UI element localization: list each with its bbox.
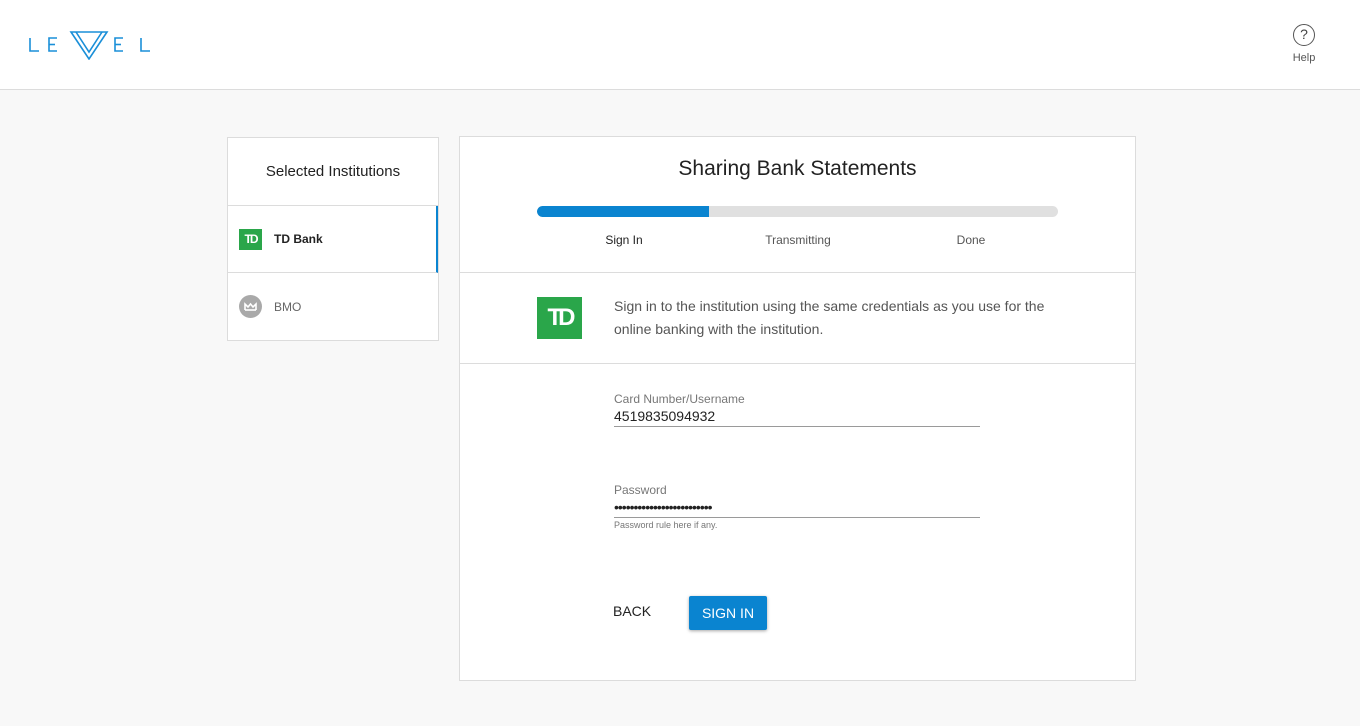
sign-in-card: Sharing Bank Statements Sign In Transmit… [459, 136, 1136, 681]
sidebar-title: Selected Institutions [228, 138, 438, 206]
divider [460, 272, 1135, 273]
bmo-logo-icon [239, 295, 262, 318]
password-input[interactable] [614, 497, 980, 518]
institution-item-td-bank[interactable]: TD TD Bank [228, 206, 438, 273]
divider [460, 363, 1135, 364]
password-label: Password [614, 483, 667, 497]
selected-institutions-panel: Selected Institutions TD TD Bank BMO [227, 137, 439, 341]
password-hint: Password rule here if any. [614, 520, 718, 530]
instructions-text: Sign in to the institution using the sam… [614, 298, 1045, 337]
sign-in-button[interactable]: SIGN IN [689, 596, 767, 630]
help-label: Help [1292, 52, 1316, 64]
td-bank-logo-icon: TD [537, 297, 582, 339]
username-field: Card Number/Username [614, 392, 980, 427]
page-title: Sharing Bank Statements [678, 157, 917, 180]
top-bar: ? Help [0, 0, 1360, 90]
help-button[interactable]: ? Help [1284, 24, 1324, 64]
td-bank-logo-icon: TD [239, 228, 262, 250]
progress-fill [537, 206, 709, 217]
progress-bar [537, 206, 1058, 217]
institution-label: BMO [274, 299, 302, 314]
step-sign-in: Sign In [605, 233, 643, 247]
step-transmitting: Transmitting [765, 233, 831, 247]
question-icon: ? [1293, 24, 1315, 46]
username-label: Card Number/Username [614, 392, 745, 406]
institution-label: TD Bank [274, 232, 323, 246]
username-input[interactable] [614, 406, 980, 427]
institution-item-bmo[interactable]: BMO [228, 273, 438, 340]
password-field: Password Password rule here if any. [614, 483, 980, 530]
back-button[interactable]: BACK [607, 597, 657, 625]
step-done: Done [956, 233, 986, 247]
level-logo[interactable] [28, 30, 152, 60]
